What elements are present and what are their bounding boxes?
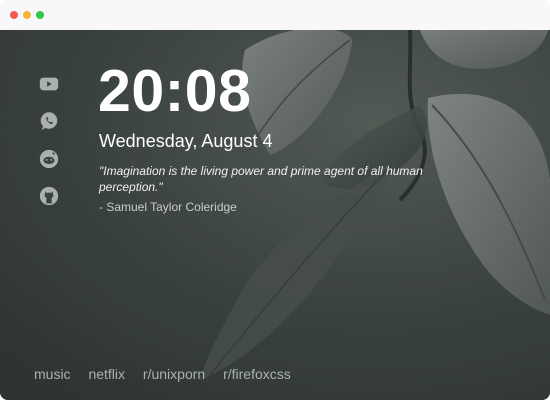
link-r-unixporn[interactable]: r/unixporn (143, 366, 205, 382)
close-window-button[interactable] (10, 11, 18, 19)
link-netflix[interactable]: netflix (88, 366, 125, 382)
reddit-icon[interactable] (38, 148, 60, 170)
title-bar (0, 0, 550, 30)
bookmark-links: music netflix r/unixporn r/firefoxcss (34, 366, 305, 382)
leaf-background-image (0, 30, 550, 400)
clock-time: 20:08 (98, 58, 252, 124)
startpage: 20:08 Wednesday, August 4 "Imagination i… (0, 30, 550, 400)
link-r-firefoxcss[interactable]: r/firefoxcss (223, 366, 291, 382)
quote-author: - Samuel Taylor Coleridge (99, 200, 237, 214)
github-icon[interactable] (38, 185, 60, 207)
maximize-window-button[interactable] (36, 11, 44, 19)
minimize-window-button[interactable] (23, 11, 31, 19)
youtube-icon[interactable] (38, 73, 60, 95)
link-music[interactable]: music (34, 366, 71, 382)
clock-date: Wednesday, August 4 (99, 131, 273, 151)
whatsapp-icon[interactable] (38, 110, 60, 132)
quote-text: "Imagination is the living power and pri… (99, 164, 423, 194)
browser-window: 20:08 Wednesday, August 4 "Imagination i… (0, 0, 550, 400)
